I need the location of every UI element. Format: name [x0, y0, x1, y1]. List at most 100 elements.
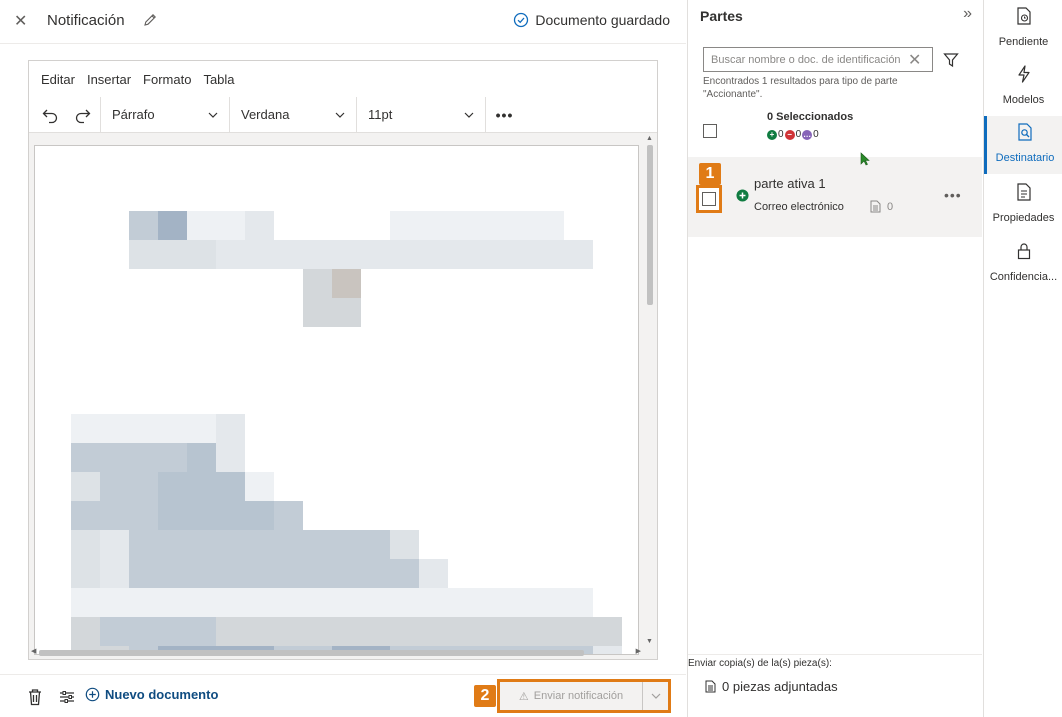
recipient-doc-icon [1018, 123, 1032, 141]
menu-formato[interactable]: Formato [143, 72, 191, 87]
nav-propiedades[interactable]: Propiedades [984, 176, 1062, 234]
chevron-down-icon [208, 112, 218, 118]
nav-confidencialidad[interactable]: Confidencia... [984, 235, 1062, 293]
parties-panel: Partes » ✕ Encontrados 1 resultados para… [687, 0, 982, 717]
status-other-icon: … [802, 129, 813, 140]
saved-status-label: Documento guardado [535, 12, 670, 28]
rich-text-editor: Editar Insertar Formato Tabla Párrafo Ve… [28, 60, 658, 660]
horizontal-scroll-thumb[interactable] [39, 650, 584, 656]
warning-icon: ⚠ [518, 690, 529, 703]
party-doc-count: 0 [887, 200, 894, 213]
send-notification-label: Enviar notificación [533, 690, 624, 702]
parties-title: Partes [700, 8, 743, 24]
nav-confidencialidad-label: Confidencia... [989, 271, 1058, 283]
side-nav: Pendiente Modelos Destinatario Propiedad… [983, 0, 1062, 717]
party-checkbox-highlight [696, 185, 722, 213]
saved-status: Documento guardado [513, 12, 670, 28]
trash-icon[interactable] [27, 688, 43, 706]
undo-redo-group [29, 97, 100, 132]
horizontal-scrollbar[interactable]: ◀ ▶ [31, 647, 641, 657]
lightning-icon [1017, 65, 1030, 83]
status-removed-count: 0 [795, 129, 802, 140]
paragraph-style-select[interactable]: Párrafo [100, 97, 229, 132]
font-size-select[interactable]: 11pt [356, 97, 485, 132]
send-notification-button[interactable]: ⚠ Enviar notificación [500, 682, 642, 710]
paragraph-style-value: Párrafo [112, 107, 155, 122]
select-all-checkbox[interactable] [703, 124, 717, 138]
copies-section: Enviar copia(s) de la(s) pieza(s): 0 pie… [688, 654, 982, 717]
document-canvas[interactable]: ▲ ▼ ◀ ▶ [29, 133, 657, 659]
attached-pieces[interactable]: 0 piezas adjuntadas [705, 679, 838, 694]
party-checkbox[interactable] [702, 192, 716, 206]
party-name: parte ativa 1 [754, 176, 826, 191]
settings-sliders-icon[interactable] [58, 688, 76, 706]
properties-doc-icon [1016, 183, 1031, 201]
party-docs: 0 [870, 200, 893, 213]
check-circle-icon [514, 12, 529, 28]
copies-label: Enviar copia(s) de la(s) pieza(s): [688, 658, 832, 669]
page-title: Notificación [47, 12, 125, 29]
font-family-value: Verdana [241, 107, 290, 122]
attached-pieces-label: 0 piezas adjuntadas [722, 679, 838, 694]
status-other-count: 0 [813, 129, 819, 140]
document-icon [705, 680, 716, 693]
filter-icon[interactable] [943, 52, 959, 68]
nav-destinatario-label: Destinatario [995, 152, 1055, 164]
status-added-icon: + [767, 129, 777, 140]
party-channel: Correo electrónico [754, 201, 844, 213]
undo-button[interactable] [33, 97, 67, 132]
nav-modelos[interactable]: Modelos [984, 58, 1062, 116]
new-document-button[interactable]: Nuevo documento [85, 687, 218, 702]
chevron-down-icon [464, 112, 474, 118]
nav-pendiente-label: Pendiente [998, 36, 1049, 48]
party-search-box[interactable]: ✕ [703, 47, 933, 72]
step-badge-2: 2 [474, 685, 496, 707]
editor-toolbar: Párrafo Verdana 11pt ••• [29, 97, 657, 133]
add-circle-icon [85, 687, 100, 702]
more-tools-button[interactable]: ••• [485, 97, 523, 132]
document-page[interactable] [34, 145, 639, 655]
add-party-icon[interactable] [736, 189, 749, 202]
font-family-select[interactable]: Verdana [229, 97, 356, 132]
vertical-scrollbar[interactable]: ▲ ▼ [644, 135, 655, 645]
clear-search-icon[interactable]: ✕ [908, 50, 921, 70]
pending-doc-icon [1016, 7, 1031, 25]
send-notification-split-button[interactable]: ⚠ Enviar notificación [497, 679, 671, 713]
nav-propiedades-label: Propiedades [992, 212, 1055, 224]
mouse-pointer-icon [860, 152, 870, 166]
nav-destinatario[interactable]: Destinatario [984, 116, 1062, 174]
status-removed-icon: − [784, 129, 795, 140]
send-options-dropdown[interactable] [642, 682, 668, 710]
menu-tabla[interactable]: Tabla [203, 72, 234, 87]
undo-icon [42, 109, 57, 123]
app-window: ✕ Notificación Documento guardado Editar… [0, 0, 1062, 717]
search-results-text: Encontrados 1 resultados para tipo de pa… [703, 76, 898, 100]
status-summary: + 0 − 0 … 0 [767, 129, 819, 140]
step-badge-1: 1 [699, 163, 721, 185]
editor-menubar: Editar Insertar Formato Tabla [29, 61, 657, 97]
editor-pane: ✕ Notificación Documento guardado Editar… [0, 0, 686, 717]
party-more-options[interactable]: ••• [944, 187, 962, 203]
menu-insertar[interactable]: Insertar [87, 72, 131, 87]
party-search-input[interactable] [711, 53, 906, 66]
menu-editar[interactable]: Editar [41, 72, 75, 87]
editor-header: ✕ Notificación Documento guardado [0, 0, 686, 44]
document-icon [870, 200, 881, 213]
lock-icon [1017, 243, 1030, 260]
vertical-scroll-thumb[interactable] [647, 145, 653, 305]
new-document-label: Nuevo documento [105, 687, 219, 702]
chevron-down-icon [651, 693, 660, 699]
close-icon[interactable]: ✕ [14, 11, 30, 31]
collapse-panel-icon[interactable]: » [963, 5, 972, 23]
nav-modelos-label: Modelos [1002, 94, 1045, 106]
status-added-count: 0 [778, 129, 784, 140]
nav-pendiente[interactable]: Pendiente [984, 0, 1062, 58]
redo-button[interactable] [67, 97, 101, 132]
chevron-down-icon [335, 112, 345, 118]
edit-pencil-icon[interactable] [142, 12, 158, 28]
selected-count: 0 Seleccionados [767, 111, 854, 123]
font-size-value: 11pt [368, 107, 393, 122]
redo-icon [76, 109, 91, 123]
redacted-content [71, 182, 622, 654]
party-list-item[interactable]: parte ativa 1 Correo electrónico 0 ••• [688, 157, 982, 237]
